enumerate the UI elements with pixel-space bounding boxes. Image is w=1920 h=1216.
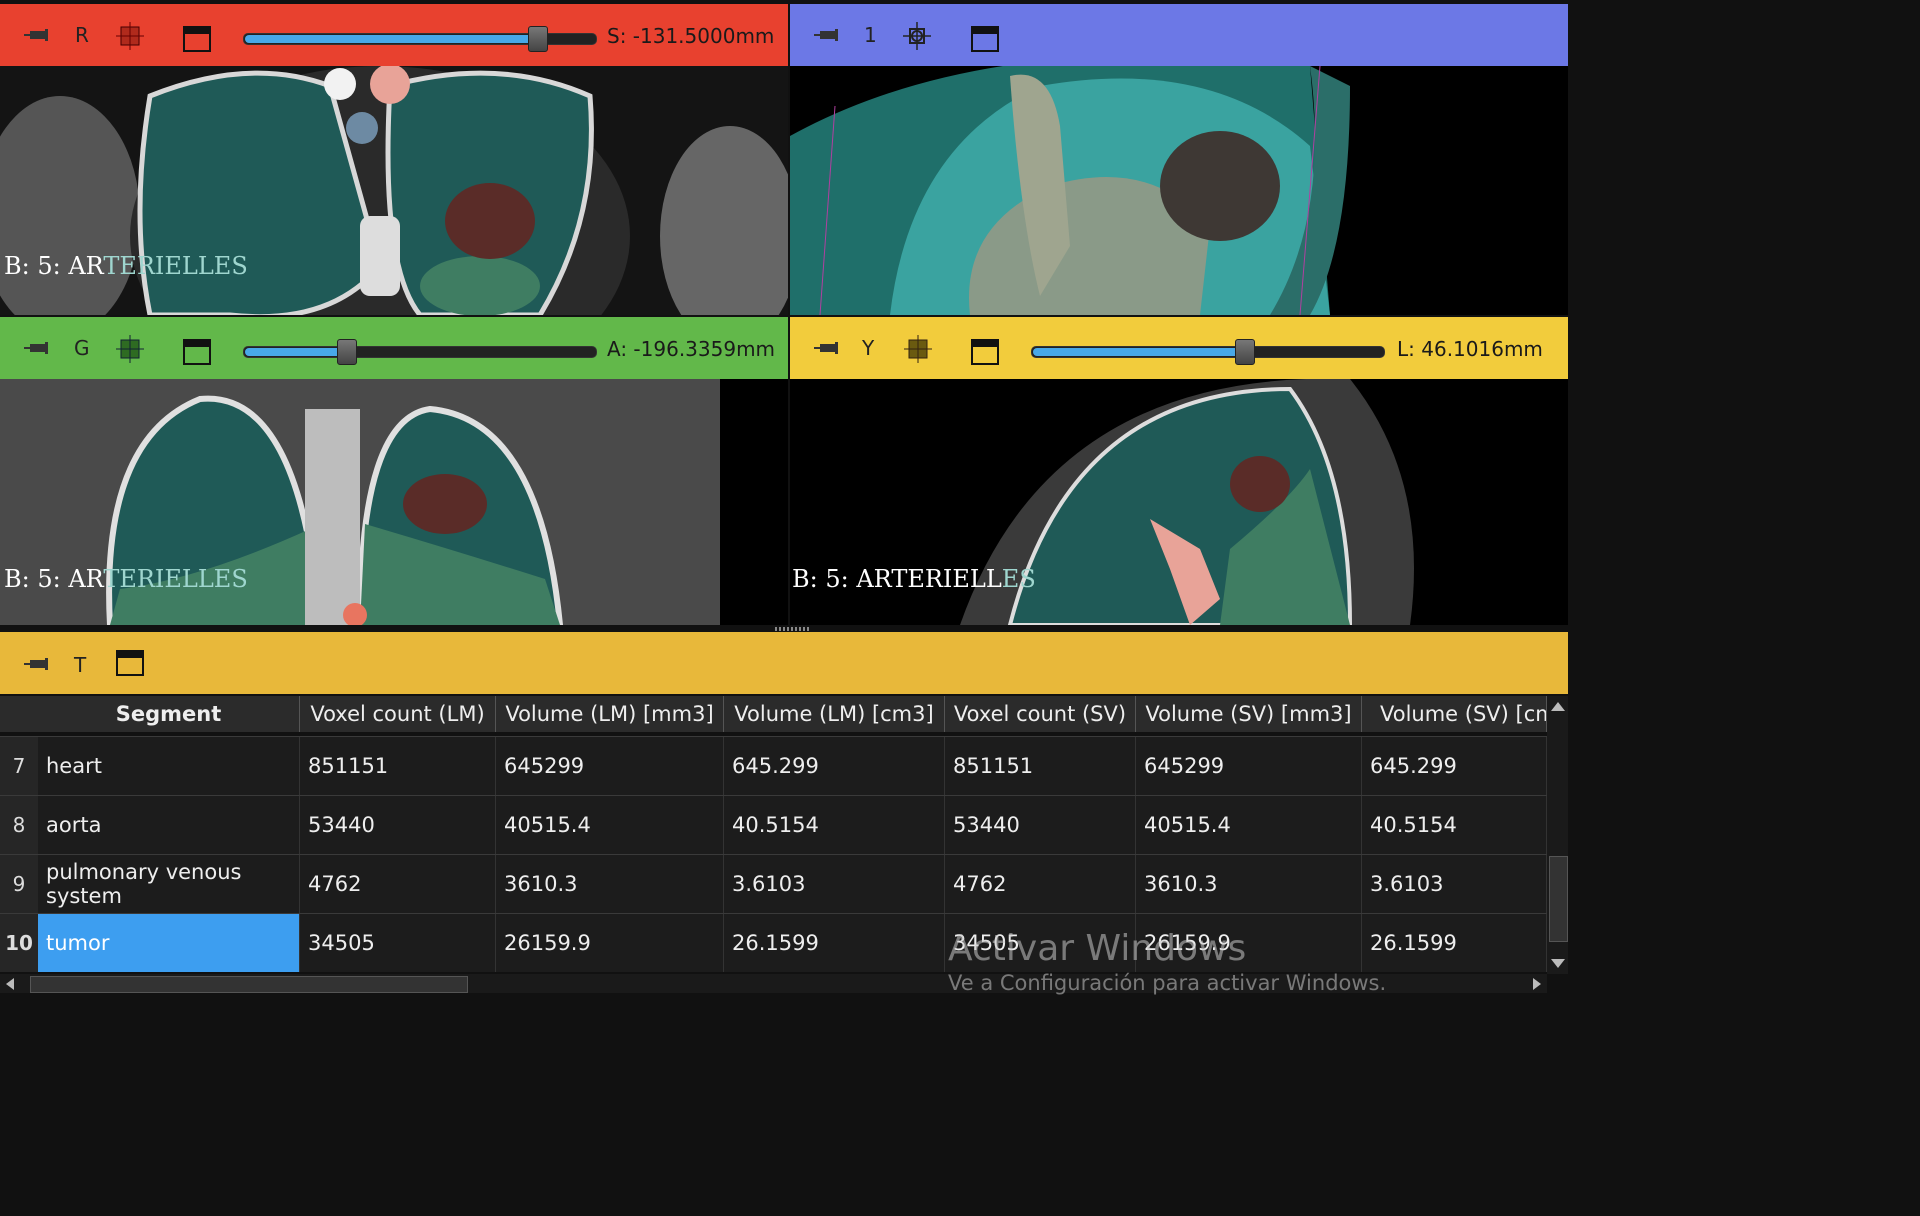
view-letter: Y	[862, 336, 875, 360]
scrollbar-thumb[interactable]	[30, 976, 468, 993]
green-view-toolbar: G A: -196.3359mm	[0, 317, 788, 379]
volume-label: B: 5: ARTERIELLES	[4, 565, 248, 593]
red-slice-viewport[interactable]: B: 5: ARTERIELLES	[0, 66, 788, 315]
column-header[interactable]: Voxel count (LM)	[300, 696, 496, 732]
row-number[interactable]: 8	[0, 796, 38, 854]
column-header[interactable]: Volume (LM) [mm3]	[496, 696, 724, 732]
table-cell[interactable]: 26.1599	[1362, 914, 1547, 972]
table-cell[interactable]: 3.6103	[1362, 855, 1547, 913]
column-header-segment[interactable]: Segment	[38, 696, 300, 732]
slider-handle[interactable]	[337, 339, 357, 365]
segment-name-cell[interactable]: aorta	[38, 796, 300, 854]
slice-grid-icon[interactable]	[116, 335, 144, 363]
slider-handle[interactable]	[528, 26, 548, 52]
maximize-view-icon[interactable]	[116, 650, 144, 676]
threed-view-toolbar: 1	[790, 4, 1568, 66]
table-cell[interactable]: 34505	[300, 914, 496, 972]
3d-render-image	[790, 66, 1568, 315]
table-cell[interactable]: 3610.3	[1136, 855, 1362, 913]
table-cell[interactable]: 40.5154	[724, 796, 945, 854]
scroll-right-icon[interactable]	[1533, 978, 1541, 990]
maximize-view-icon[interactable]	[971, 339, 999, 365]
slice-position-readout: S: -131.5000mm	[607, 24, 775, 48]
threed-viewport[interactable]	[790, 66, 1568, 315]
table-cell[interactable]: 40515.4	[496, 796, 724, 854]
table-cell[interactable]: 645299	[1136, 737, 1362, 795]
slice-grid-icon[interactable]	[904, 335, 932, 363]
slice-offset-slider[interactable]	[1031, 339, 1385, 365]
table-cell[interactable]: 851151	[945, 737, 1136, 795]
table-row[interactable]: 8 aorta 53440 40515.4 40.5154 53440 40515.4 40.…	[0, 795, 1547, 854]
table-row[interactable]: 9 pulmonary venous system 4762 3610.3 3.6103…	[0, 854, 1547, 913]
table-cell[interactable]: 53440	[945, 796, 1136, 854]
vertical-scrollbar[interactable]	[1547, 696, 1568, 974]
table-row[interactable]: 7 heart 851151 645299 645.299 851151 645299 645…	[0, 736, 1547, 795]
segment-name-cell[interactable]: heart	[38, 737, 300, 795]
table-cell[interactable]: 26159.9	[1136, 914, 1362, 972]
table-cell[interactable]: 40.5154	[1362, 796, 1547, 854]
table-cell[interactable]: 53440	[300, 796, 496, 854]
view-letter: R	[75, 23, 89, 47]
pin-icon[interactable]	[22, 657, 52, 671]
segment-name-cell[interactable]: pulmonary venous system	[38, 855, 300, 913]
table-header: Segment Voxel count (LM) Volume (LM) [mm…	[0, 696, 1547, 732]
scrollbar-thumb[interactable]	[1549, 856, 1568, 942]
yellow-slice-viewport[interactable]: B: 5: ARTERIELLES	[790, 379, 1568, 625]
row-number[interactable]: 9	[0, 855, 38, 913]
row-number[interactable]: 7	[0, 737, 38, 795]
maximize-view-icon[interactable]	[183, 26, 211, 52]
view-letter: G	[74, 336, 90, 360]
column-header[interactable]: Volume (SV) [cm	[1362, 696, 1547, 732]
yellow-view-toolbar: Y L: 46.1016mm	[790, 317, 1568, 379]
volume-label: B: 5: ARTERIELLES	[792, 565, 1036, 593]
pin-icon[interactable]	[22, 341, 52, 355]
pin-icon[interactable]	[812, 341, 842, 355]
table-view-toolbar: T	[0, 632, 1568, 694]
column-header[interactable]: Volume (SV) [mm3]	[1136, 696, 1362, 732]
table-cell[interactable]: 645.299	[1362, 737, 1547, 795]
view-letter: T	[74, 653, 87, 677]
slice-position-readout: A: -196.3359mm	[607, 337, 776, 361]
row-number[interactable]: 10	[0, 914, 38, 972]
maximize-view-icon[interactable]	[971, 26, 999, 52]
center-view-icon[interactable]	[903, 22, 931, 50]
slice-offset-slider[interactable]	[243, 26, 597, 52]
scroll-left-icon[interactable]	[6, 978, 14, 990]
table-cell[interactable]: 3.6103	[724, 855, 945, 913]
slice-grid-icon[interactable]	[116, 22, 144, 50]
table-cell[interactable]: 40515.4	[1136, 796, 1362, 854]
table-row[interactable]: 10 tumor 34505 26159.9 26.1599 34505 26159.9 26…	[0, 913, 1547, 972]
scroll-up-icon[interactable]	[1551, 702, 1565, 711]
pin-icon[interactable]	[812, 28, 842, 42]
column-header[interactable]: Voxel count (SV)	[945, 696, 1136, 732]
table-cell[interactable]: 4762	[300, 855, 496, 913]
table-cell[interactable]: 851151	[300, 737, 496, 795]
table-cell[interactable]: 3610.3	[496, 855, 724, 913]
view-letter: 1	[864, 23, 877, 47]
slider-handle[interactable]	[1235, 339, 1255, 365]
table-cell[interactable]: 34505	[945, 914, 1136, 972]
slice-position-readout: L: 46.1016mm	[1397, 337, 1543, 361]
maximize-view-icon[interactable]	[183, 339, 211, 365]
green-slice-viewport[interactable]: B: 5: ARTERIELLES	[0, 379, 788, 625]
table-cell[interactable]: 645299	[496, 737, 724, 795]
column-header[interactable]: Volume (LM) [cm3]	[724, 696, 945, 732]
table-cell[interactable]: 645.299	[724, 737, 945, 795]
view-splitter-handle[interactable]	[775, 627, 809, 631]
scroll-down-icon[interactable]	[1551, 959, 1565, 968]
table-cell[interactable]: 26.1599	[724, 914, 945, 972]
table-cell[interactable]: 4762	[945, 855, 1136, 913]
volume-label: B: 5: ARTERIELLES	[4, 252, 248, 280]
horizontal-scrollbar[interactable]	[0, 974, 1547, 993]
pin-icon[interactable]	[22, 28, 52, 42]
slice-offset-slider[interactable]	[243, 339, 597, 365]
table-cell[interactable]: 26159.9	[496, 914, 724, 972]
red-view-toolbar: R S: -131.5000mm	[0, 4, 788, 66]
segment-name-cell[interactable]: tumor	[38, 914, 300, 972]
